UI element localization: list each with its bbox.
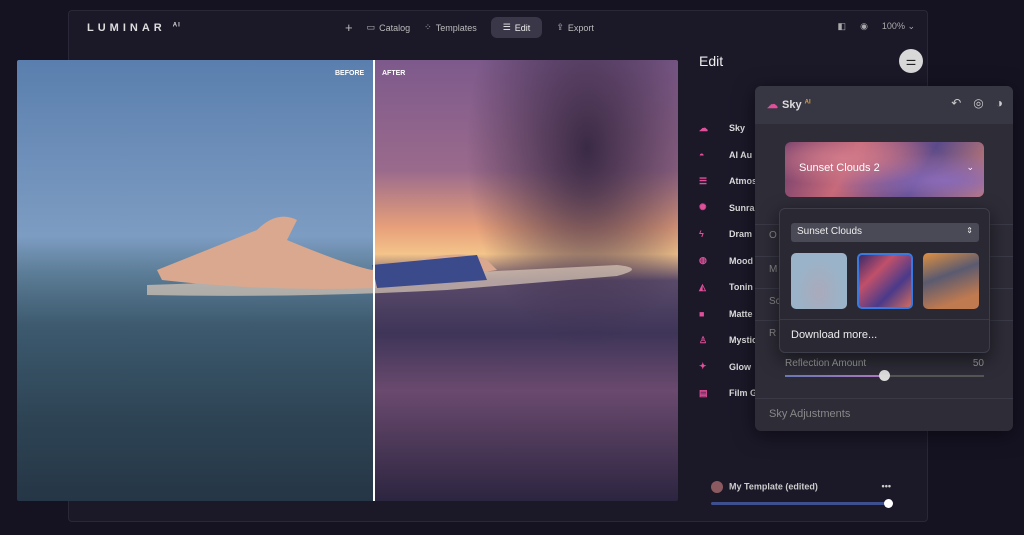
- mood-icon: ◍: [699, 255, 707, 266]
- add-button[interactable]: +: [345, 20, 353, 35]
- panel-header: ☁ Sky AI ↶ ◎ ◑: [755, 86, 1013, 124]
- sky-adjustments-section[interactable]: Sky Adjustments: [769, 408, 850, 420]
- templates-icon: ⁘: [424, 22, 432, 32]
- folder-icon: ▭: [366, 22, 376, 32]
- template-amount-slider[interactable]: [711, 502, 889, 505]
- template-slider-knob[interactable]: [884, 499, 893, 508]
- edit-icon: ☰: [502, 22, 511, 32]
- photo-canvas[interactable]: BEFORE AFTER: [17, 60, 678, 501]
- sun-icon: ✺: [699, 202, 707, 213]
- compare-icon[interactable]: ◧: [838, 21, 847, 32]
- tool-list: ☁ Sky ◓ AI Au ☰ Atmos ✺ Sunra ϟ Dram ◍ Mood ◭ T…: [699, 115, 757, 407]
- cloud-half-icon: ◓: [699, 149, 705, 160]
- bucket-icon: ◭: [699, 281, 706, 292]
- tool-mood[interactable]: ◍ Mood: [699, 248, 757, 275]
- person-icon: ♙: [699, 334, 708, 345]
- lines-icon: ☰: [699, 175, 708, 186]
- template-item[interactable]: My Template (edited) •••: [711, 481, 901, 508]
- more-icon[interactable]: •••: [882, 481, 891, 491]
- sky-thumbnail-selected[interactable]: [857, 253, 913, 309]
- sky-thumbnail[interactable]: [791, 253, 847, 309]
- export-icon: ⇪: [556, 22, 564, 32]
- row-label: R: [769, 328, 777, 339]
- cloud-icon: ☁: [699, 122, 708, 133]
- row-label: M: [769, 264, 778, 275]
- reflection-amount-slider[interactable]: Reflection Amount 50: [785, 358, 984, 381]
- tool-atmosphere[interactable]: ☰ Atmos: [699, 168, 757, 195]
- preset-icon[interactable]: ◎: [973, 96, 983, 110]
- tool-ai-augmented-sky[interactable]: ◓ AI Au: [699, 142, 757, 169]
- sky-preset-popover: Sunset Clouds ⇕ Download more...: [779, 208, 990, 353]
- sky-selection-dropdown[interactable]: Sunset Clouds 2 ⌄: [785, 142, 984, 197]
- sparkle-icon: ✦: [699, 361, 707, 372]
- tab-export[interactable]: ⇪ Export: [556, 22, 594, 33]
- chevron-down-icon: ⌄: [966, 162, 974, 172]
- toggle-icon[interactable]: ◑: [996, 96, 1003, 110]
- undo-icon[interactable]: ↶: [951, 96, 961, 110]
- eye-icon[interactable]: ◉: [860, 21, 868, 32]
- tab-templates[interactable]: ⁘ Templates: [424, 22, 477, 33]
- tool-mystical[interactable]: ♙ Mystic: [699, 327, 757, 354]
- adjustments-toggle-button[interactable]: ⚌: [899, 49, 923, 73]
- download-more-link[interactable]: Download more...: [791, 329, 877, 341]
- top-nav: + ▭ Catalog ⁘ Templates ☰ Edit ⇪ Export: [345, 17, 594, 38]
- tool-matte[interactable]: ■ Matte: [699, 301, 757, 328]
- edit-title: Edit: [699, 53, 724, 69]
- tool-drama[interactable]: ϟ Dram: [699, 221, 757, 248]
- before-label: BEFORE: [335, 70, 365, 77]
- sky-thumbnail[interactable]: [923, 253, 979, 309]
- tab-catalog[interactable]: ▭ Catalog: [367, 22, 411, 33]
- cloud-icon: ☁: [767, 99, 778, 111]
- square-icon: ■: [699, 308, 705, 319]
- tool-film-grain[interactable]: ▤ Film G: [699, 380, 757, 407]
- bolt-icon: ϟ: [699, 229, 704, 240]
- tab-edit[interactable]: ☰ Edit: [490, 17, 543, 38]
- tool-glow[interactable]: ✦ Glow: [699, 354, 757, 381]
- row-label: O: [769, 230, 777, 241]
- panel-title: Sky: [782, 99, 802, 111]
- surfer-figure: [147, 216, 632, 296]
- film-icon: ▤: [699, 387, 708, 398]
- tool-sky[interactable]: ☁ Sky: [699, 115, 757, 142]
- luminar-logo: LUMINAR AI: [87, 22, 181, 34]
- before-after-divider[interactable]: [373, 60, 375, 501]
- tool-toning[interactable]: ◭ Tonin: [699, 274, 757, 301]
- sky-category-select[interactable]: Sunset Clouds ⇕: [791, 223, 979, 242]
- slider-knob[interactable]: [879, 370, 890, 381]
- view-tools: ◧ ◉ 100% ⌄: [838, 21, 915, 32]
- updown-icon: ⇕: [966, 226, 973, 235]
- tool-sunrays[interactable]: ✺ Sunra: [699, 195, 757, 222]
- zoom-select[interactable]: 100% ⌄: [882, 21, 915, 32]
- template-thumbnail: [711, 481, 723, 493]
- after-label: AFTER: [382, 70, 406, 77]
